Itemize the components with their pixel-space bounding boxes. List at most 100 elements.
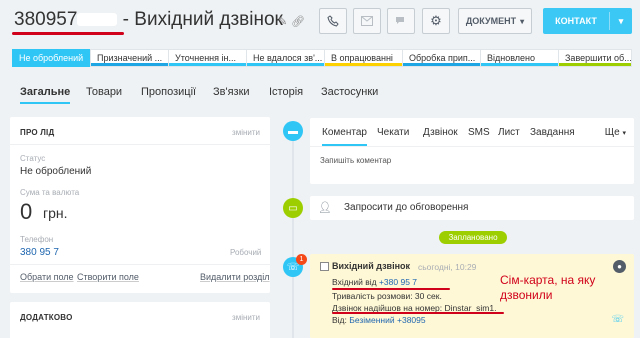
divider: [310, 146, 634, 147]
status-label: Статус: [20, 154, 46, 163]
stage-color-bar: [13, 63, 91, 66]
stage-label: Уточнення ін...: [175, 53, 236, 63]
document-button-label: ДОКУМЕНТ: [465, 16, 517, 26]
stage-2[interactable]: Призначений ...: [90, 49, 170, 67]
about-heading: ПРО ЛІД: [20, 128, 55, 137]
comment-input[interactable]: Запишіть коментар: [320, 156, 391, 165]
stage-6[interactable]: Обробка прип...: [402, 49, 482, 67]
phone-value[interactable]: 380 95 7: [20, 247, 97, 258]
editor-tab-6[interactable]: Завдання: [530, 127, 575, 138]
title-text: - Вихідний дзвінок: [117, 9, 283, 30]
editor-tab-5[interactable]: Лист: [498, 127, 520, 138]
from-name[interactable]: Безіменний: [349, 315, 394, 325]
gear-icon: ⚙: [430, 13, 442, 28]
about-change-link[interactable]: змінити: [232, 128, 260, 137]
currency-value: грн.: [43, 205, 68, 221]
comment-icon: ▬: [283, 121, 303, 141]
tab-4[interactable]: Зв'язки: [213, 86, 250, 98]
status-value: Не оброблений: [20, 166, 92, 177]
activity-title[interactable]: Вихідний дзвінок: [332, 261, 410, 271]
stage-label: Не вдалося зв'...: [253, 53, 323, 63]
redacted-phone: [60, 247, 97, 257]
redacted-phone-tail: [77, 13, 118, 27]
phone-value-text: 380 95 7: [20, 247, 59, 258]
from-phone[interactable]: +38095: [397, 315, 426, 325]
tab-3[interactable]: Пропозиції: [141, 86, 196, 98]
chat-icon: [396, 17, 404, 24]
stage-8[interactable]: Завершити об...: [558, 49, 632, 67]
add-user-icon: 👤︎: [318, 202, 332, 214]
editor-tab-1[interactable]: Коментар: [322, 127, 367, 146]
amount-value: 0: [20, 199, 33, 224]
tab-6[interactable]: Застосунки: [321, 86, 378, 98]
stage-color-bar: [403, 63, 481, 66]
stage-label: Призначений ...: [97, 53, 163, 63]
red-underline-annotation: [332, 312, 504, 314]
activity-incoming: Вхідний від +380 95 7: [332, 277, 450, 287]
phone-icon: [327, 15, 339, 27]
extra-change-link[interactable]: змінити: [232, 313, 260, 322]
incoming-phone[interactable]: +380 95 7: [379, 277, 417, 287]
stage-bar: Не оброблений Призначений ... Уточнення ін…: [12, 49, 632, 67]
redacted-phone: [426, 316, 461, 325]
invite-card[interactable]: 👤︎ Запросити до обговорення: [310, 196, 634, 220]
stage-label: Обробка прип...: [409, 53, 476, 63]
from-prefix: Від:: [332, 315, 347, 325]
activity-checkbox[interactable]: [320, 262, 329, 271]
activity-time: сьогодні, 10:29: [418, 262, 477, 272]
stage-label: Завершити об...: [565, 53, 632, 63]
planned-badge: Заплановано: [439, 231, 507, 244]
tab-2[interactable]: Товари: [86, 86, 122, 98]
pencil-icon[interactable]: ✎: [278, 15, 287, 28]
page-title: 380957 - Вихідний дзвінок: [14, 9, 283, 31]
contact-button[interactable]: КОНТАКТ ▾: [543, 8, 632, 34]
stage-color-bar: [247, 63, 325, 66]
stage-color-bar: [559, 63, 631, 66]
title-phone: 380957: [14, 9, 78, 30]
editor-more[interactable]: Ще ▾: [605, 127, 626, 138]
stage-3[interactable]: Уточнення ін...: [168, 49, 248, 67]
editor-more-label: Ще: [604, 127, 620, 138]
choose-field-link[interactable]: Обрати поле: [20, 272, 74, 282]
about-card: ПРО ЛІД змінити Статус Не оброблений Сум…: [10, 117, 270, 293]
stage-label: В опрацюванні: [331, 53, 393, 63]
stage-5[interactable]: В опрацюванні: [324, 49, 404, 67]
tab-5[interactable]: Історія: [269, 86, 303, 98]
chevron-down-icon[interactable]: ▾: [610, 16, 632, 27]
comment-editor: Коментар Чекати Дзвінок SMS Лист Завдання Ще …: [310, 118, 634, 184]
chevron-down-icon: ▾: [622, 130, 626, 137]
stage-7[interactable]: Відновлено: [480, 49, 560, 67]
chat-button[interactable]: [387, 8, 415, 34]
user-avatar-icon[interactable]: ●: [613, 260, 626, 273]
phone-icon: ☏: [611, 314, 624, 325]
editor-tab-3[interactable]: Дзвінок: [423, 127, 458, 138]
stage-color-bar: [169, 63, 247, 66]
phone-label: Телефон: [20, 235, 54, 244]
call-button[interactable]: [319, 8, 347, 34]
chat-bubble-icon: ▭: [283, 198, 303, 218]
stage-color-bar: [481, 63, 559, 66]
tab-1[interactable]: Загальне: [20, 86, 71, 104]
amount-label: Сума та валюта: [20, 188, 80, 197]
editor-tab-2[interactable]: Чекати: [377, 127, 409, 138]
invite-text: Запросити до обговорення: [344, 202, 469, 213]
link-icon[interactable]: 🔗︎: [291, 15, 305, 28]
document-button[interactable]: ДОКУМЕНТ ▾: [458, 8, 532, 34]
email-button[interactable]: [353, 8, 381, 34]
annotation-text: Сім-карта, на яку дзвонили: [500, 273, 596, 302]
red-underline-annotation: [12, 32, 124, 35]
envelope-icon: [361, 16, 373, 26]
settings-button[interactable]: ⚙: [422, 8, 450, 34]
activity-count-badge: 1: [296, 254, 307, 265]
stage-1[interactable]: Не оброблений: [12, 49, 92, 67]
editor-tab-4[interactable]: SMS: [468, 127, 490, 138]
stage-4[interactable]: Не вдалося зв'...: [246, 49, 326, 67]
stage-color-bar: [325, 63, 403, 66]
activity-duration: Тривалість розмови: 30 сек.: [332, 291, 442, 301]
red-underline-annotation: [332, 288, 450, 290]
delete-section-link[interactable]: Видалити розділ: [200, 272, 270, 282]
extra-heading: ДОДАТКОВО: [20, 313, 73, 322]
create-field-link[interactable]: Створити поле: [77, 272, 139, 282]
incoming-prefix: Вхідний від: [332, 277, 377, 287]
header: 380957 - Вихідний дзвінок ✎ 🔗︎ ⚙ ДОКУМЕН…: [0, 0, 640, 42]
